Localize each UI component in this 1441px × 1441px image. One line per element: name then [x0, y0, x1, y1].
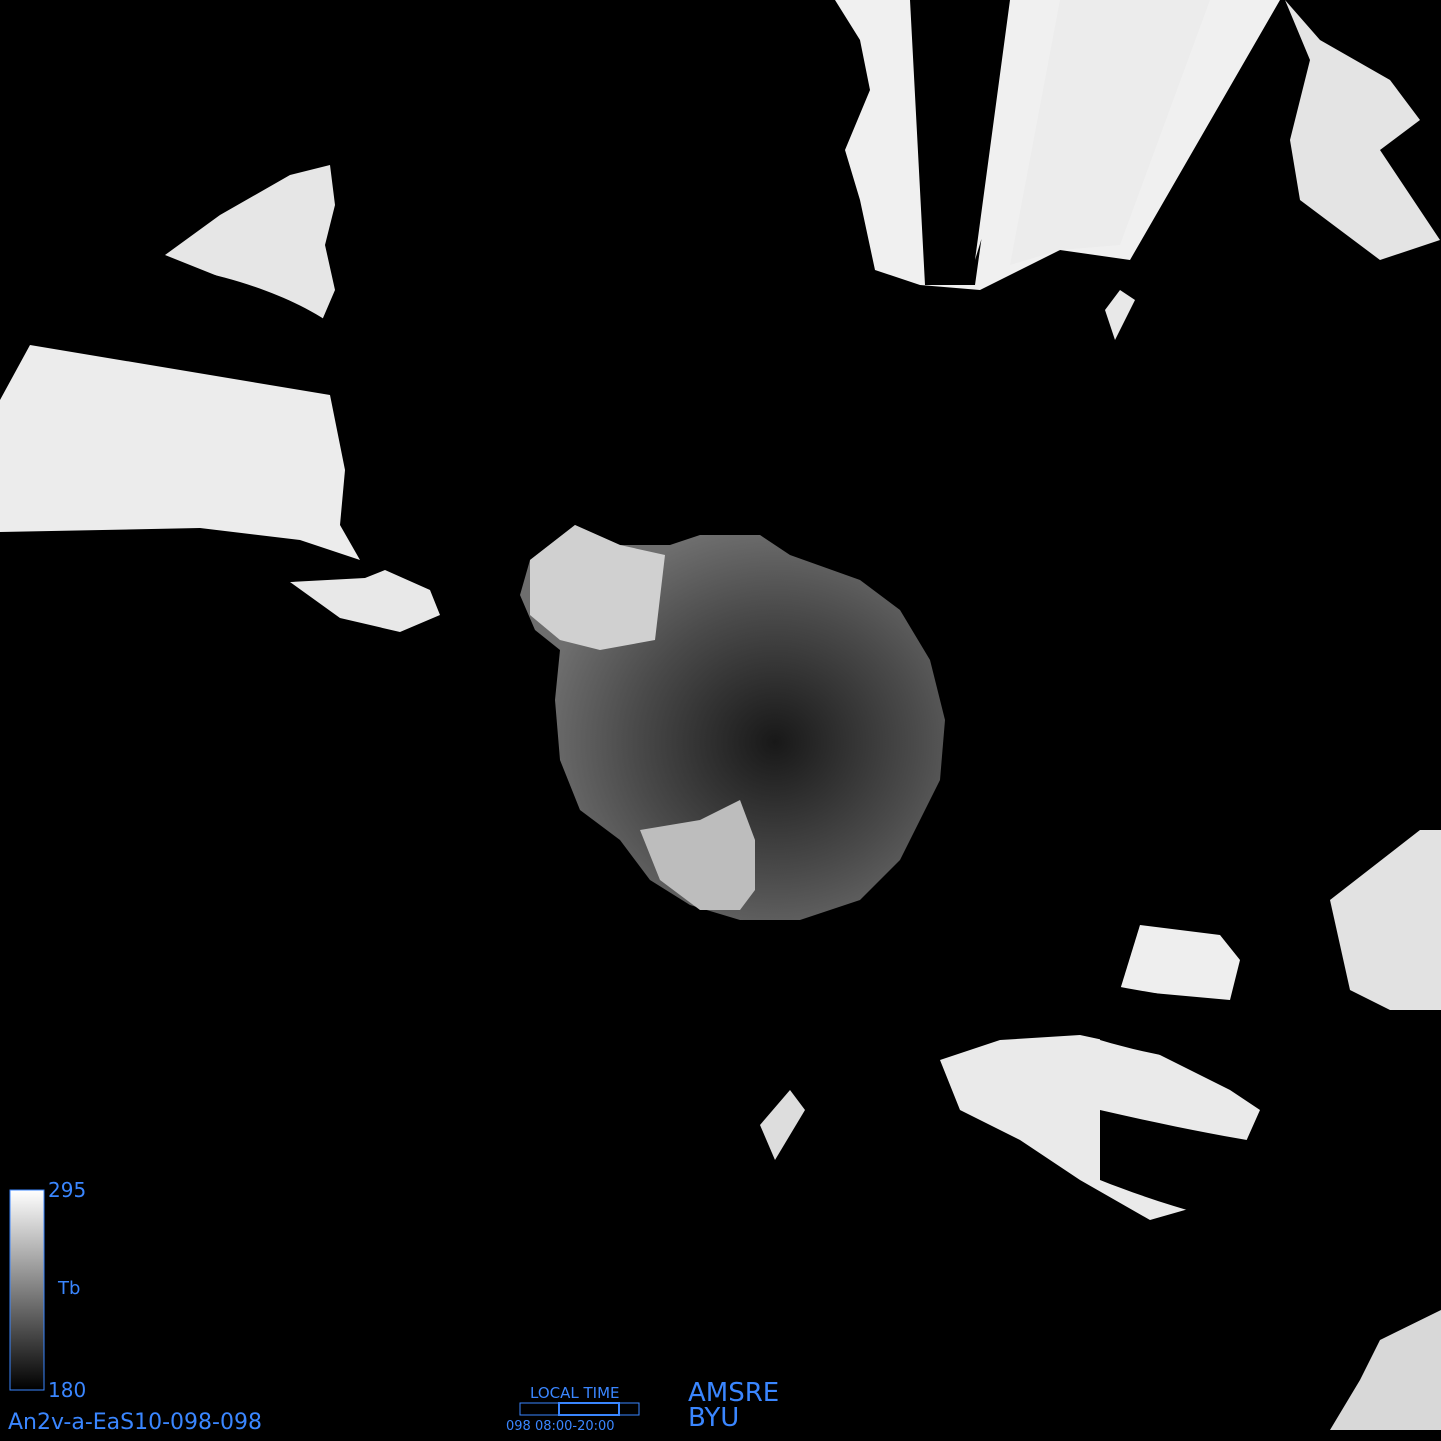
- colorbar: [9, 1189, 45, 1391]
- product-id: An2v-a-EaS10-098-098: [8, 1410, 262, 1435]
- sensor-credit: AMSRE BYU: [688, 1380, 779, 1433]
- polar-map: [0, 0, 1441, 1441]
- sensor-institution: BYU: [688, 1403, 740, 1433]
- local-time-range: 098 08:00-20:00: [506, 1419, 615, 1434]
- colorbar-min-label: 180: [48, 1378, 87, 1402]
- colorbar-max-label: 295: [48, 1178, 87, 1202]
- colorbar-gradient: [9, 1189, 45, 1391]
- colorbar-unit-label: Tb: [58, 1278, 81, 1299]
- local-time-title: LOCAL TIME: [530, 1384, 620, 1402]
